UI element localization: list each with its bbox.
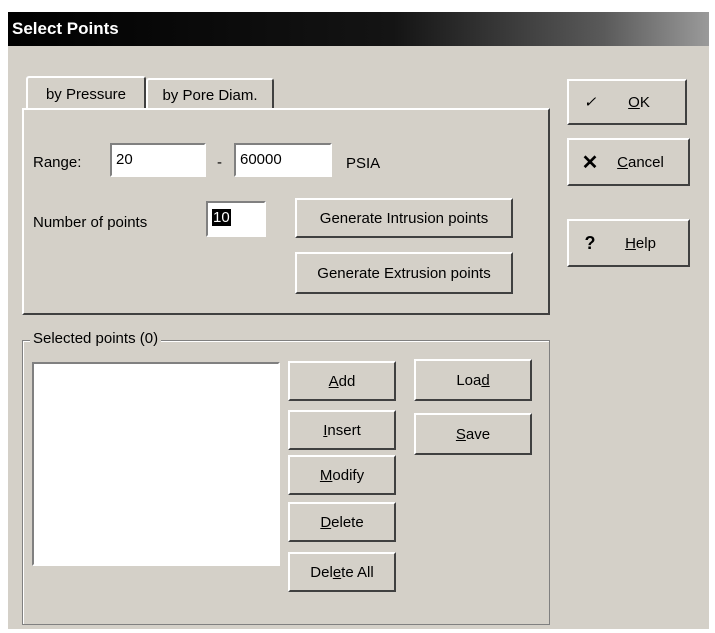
- delete-all-label: Delete All: [310, 563, 374, 581]
- add-button[interactable]: Add: [288, 361, 396, 401]
- cancel-label: Cancel: [617, 153, 664, 171]
- tab-by-pressure[interactable]: by Pressure: [26, 76, 146, 110]
- check-icon: ✓: [583, 94, 597, 111]
- generate-extrusion-label: Generate Extrusion points: [317, 264, 491, 282]
- window-title: Select Points: [12, 19, 119, 38]
- range-min-input[interactable]: 20: [110, 143, 206, 177]
- save-label: Save: [455, 425, 491, 443]
- range-min-value: 20: [116, 151, 133, 168]
- modify-button[interactable]: Modify: [288, 455, 396, 495]
- insert-button[interactable]: Insert: [288, 410, 396, 450]
- modify-label: Modify: [319, 466, 365, 484]
- generate-intrusion-label: Generate Intrusion points: [319, 209, 489, 227]
- tab-label: by Pore Diam.: [162, 86, 258, 104]
- save-button[interactable]: Save: [414, 413, 532, 455]
- range-max-value: 60000: [240, 151, 282, 168]
- selected-points-list[interactable]: [32, 362, 280, 566]
- range-max-input[interactable]: 60000: [234, 143, 332, 177]
- selected-points-title: Selected points (0): [30, 330, 162, 347]
- x-icon: ✕: [581, 151, 599, 174]
- tab-by-pore-diam[interactable]: by Pore Diam.: [146, 78, 274, 110]
- delete-all-button[interactable]: Delete All: [288, 552, 396, 592]
- generate-intrusion-button[interactable]: Generate Intrusion points: [295, 198, 513, 238]
- ok-button[interactable]: ✓ OK: [567, 79, 687, 125]
- range-unit: PSIA: [346, 155, 381, 172]
- generate-extrusion-button[interactable]: Generate Extrusion points: [295, 252, 513, 294]
- help-button[interactable]: ? Help: [567, 219, 690, 267]
- insert-label: Insert: [323, 421, 361, 439]
- title-bar[interactable]: Select Points: [8, 12, 709, 46]
- load-button[interactable]: Load: [414, 359, 532, 401]
- select-points-dialog: Select Points by Pressure by Pore Diam. …: [8, 12, 709, 629]
- range-separator: -: [217, 154, 222, 171]
- number-of-points-value: 10: [212, 209, 231, 226]
- ok-label: OK: [628, 93, 650, 111]
- help-label: Help: [625, 234, 656, 252]
- delete-label: Delete: [320, 513, 364, 531]
- number-of-points-label: Number of points: [33, 214, 148, 231]
- cancel-button[interactable]: ✕ Cancel: [567, 138, 690, 186]
- number-of-points-input[interactable]: 10: [206, 201, 266, 237]
- delete-button[interactable]: Delete: [288, 502, 396, 542]
- load-label: Load: [456, 371, 490, 389]
- range-label: Range:: [33, 154, 82, 171]
- add-label: Add: [328, 372, 356, 390]
- tab-label: by Pressure: [45, 85, 127, 103]
- question-icon: ?: [584, 232, 596, 253]
